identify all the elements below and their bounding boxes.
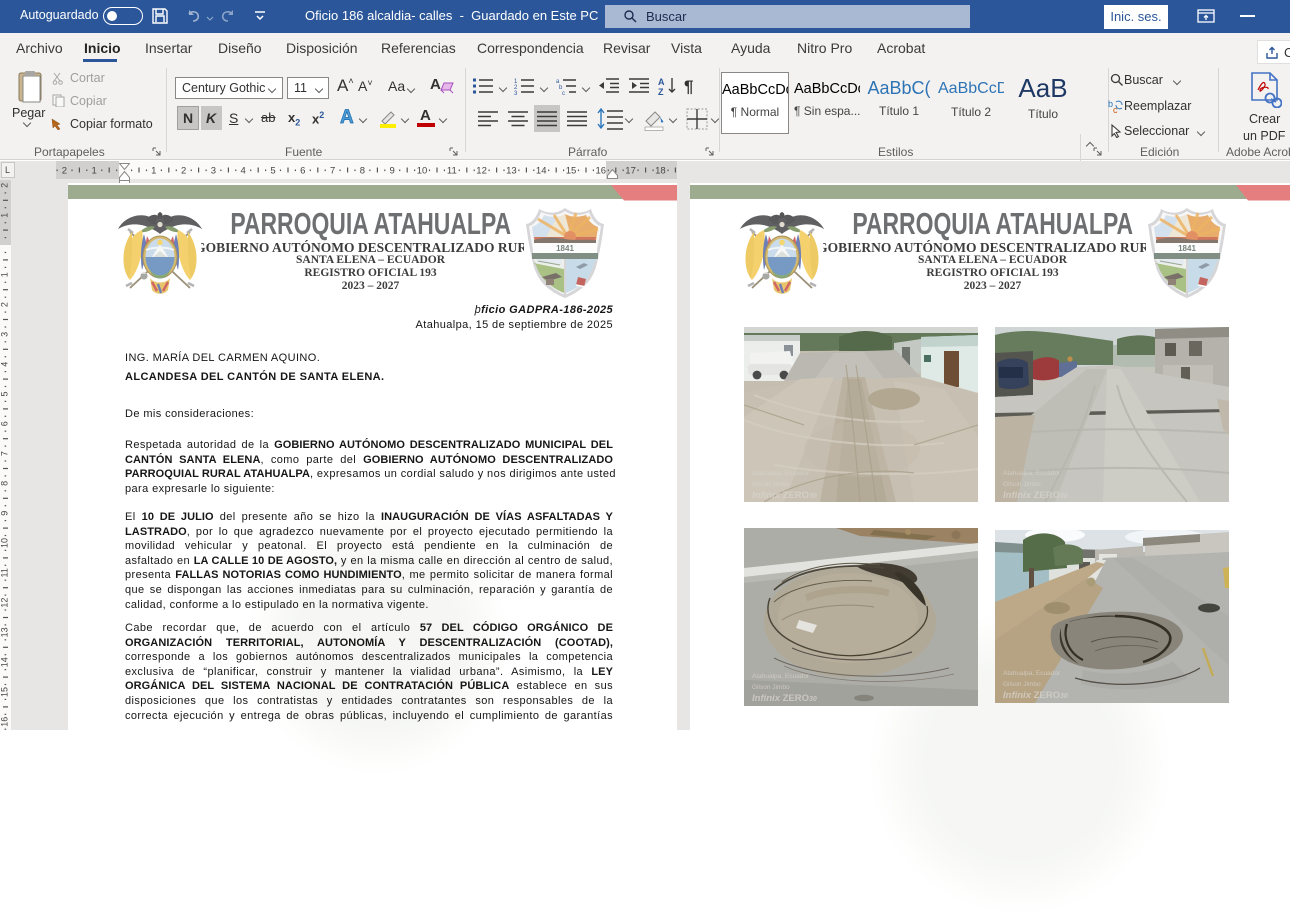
svg-text:7: 7 (0, 451, 10, 456)
svg-text:13: 13 (506, 166, 517, 177)
svg-text:17: 17 (625, 166, 636, 177)
svg-text:9: 9 (0, 511, 10, 516)
svg-text:18: 18 (655, 166, 666, 177)
svg-text:9: 9 (390, 166, 395, 177)
svg-text:c: c (562, 91, 565, 96)
svg-text:Atahualpa, Ecuador: Atahualpa, Ecuador (752, 673, 810, 680)
svg-text:6: 6 (300, 166, 305, 177)
svg-text:8: 8 (0, 481, 10, 486)
svg-text:Gilson Jimbo: Gilson Jimbo (752, 481, 790, 488)
svg-text:16: 16 (0, 717, 10, 727)
svg-text:Atahualpa, Ecuador: Atahualpa, Ecuador (1003, 670, 1061, 677)
svg-text:2: 2 (181, 166, 186, 177)
svg-text:Gilson Jimbo: Gilson Jimbo (1003, 681, 1041, 688)
svg-text:2: 2 (0, 183, 10, 188)
svg-text:3: 3 (211, 166, 216, 177)
svg-text:12: 12 (0, 598, 10, 608)
svg-text:15: 15 (0, 687, 10, 697)
svg-text:Z: Z (658, 87, 664, 96)
svg-text:Infinix ZERO30: Infinix ZERO30 (1003, 690, 1068, 701)
svg-text:16: 16 (596, 166, 607, 177)
svg-text:3: 3 (0, 332, 10, 337)
svg-text:10: 10 (0, 538, 10, 548)
svg-text:14: 14 (0, 657, 10, 667)
svg-text:Infinix ZERO30: Infinix ZERO30 (752, 693, 817, 704)
svg-text:11: 11 (0, 568, 10, 577)
svg-text:1: 1 (151, 166, 156, 177)
svg-text:2: 2 (62, 166, 67, 177)
svg-text:Gilson Jimbo: Gilson Jimbo (752, 684, 790, 691)
svg-text:11: 11 (447, 166, 457, 177)
svg-text:4: 4 (0, 362, 10, 367)
svg-text:5: 5 (270, 166, 275, 177)
svg-text:Atahualpa, Ecuador: Atahualpa, Ecuador (1003, 470, 1061, 477)
svg-text:Infinix ZERO30: Infinix ZERO30 (1003, 490, 1068, 501)
svg-text:Atahualpa, Ecuador: Atahualpa, Ecuador (752, 470, 810, 477)
svg-text:3: 3 (514, 91, 518, 96)
svg-text:1: 1 (0, 272, 10, 277)
svg-text:Gilson Jimbo: Gilson Jimbo (1003, 481, 1041, 488)
svg-text:10: 10 (417, 166, 428, 177)
svg-text:1: 1 (0, 213, 10, 218)
svg-text:Infinix ZERO30: Infinix ZERO30 (752, 490, 817, 501)
svg-text:c: c (1113, 105, 1118, 115)
svg-text:1: 1 (92, 166, 97, 177)
svg-text:14: 14 (536, 166, 547, 177)
svg-text:6: 6 (0, 421, 10, 426)
svg-text:7: 7 (330, 166, 335, 177)
svg-text:13: 13 (0, 627, 10, 637)
svg-text:15: 15 (566, 166, 577, 177)
svg-text:2: 2 (0, 302, 10, 307)
svg-text:12: 12 (476, 166, 487, 177)
svg-text:8: 8 (360, 166, 365, 177)
svg-text:5: 5 (0, 391, 10, 396)
svg-text:4: 4 (241, 166, 246, 177)
svg-text:A: A (658, 77, 665, 87)
